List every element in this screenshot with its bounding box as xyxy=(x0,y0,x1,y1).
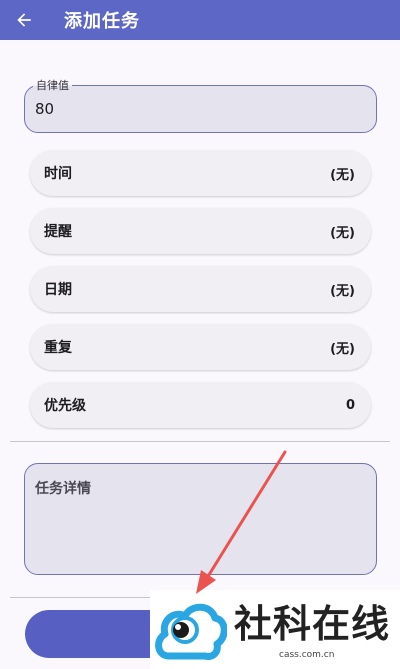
add-task-screen: 添加任务 自律值 80 时间 (无) 提醒 (无) 日期 (无) 重复 (无) … xyxy=(0,0,400,669)
annotation-arrow-icon xyxy=(196,450,287,594)
